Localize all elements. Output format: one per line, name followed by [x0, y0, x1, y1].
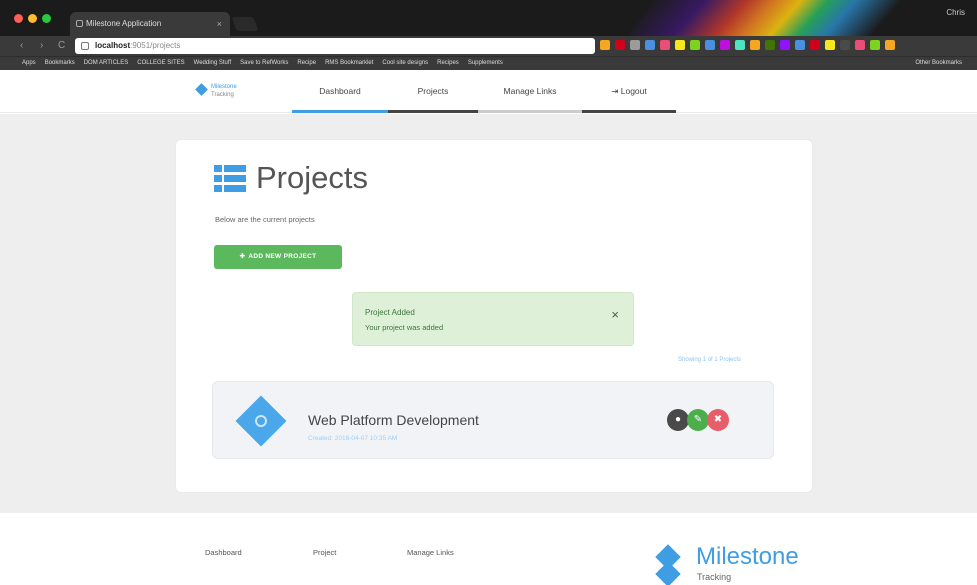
- page-info-icon[interactable]: [81, 42, 89, 50]
- alert-title: Project Added: [365, 308, 415, 317]
- delete-icon: ✖: [713, 414, 723, 425]
- nav-dashboard[interactable]: Dashboard: [292, 71, 388, 113]
- delete-project-button[interactable]: ✖: [707, 409, 729, 431]
- bookmark-item[interactable]: Supplements: [468, 60, 503, 66]
- project-created: Created: 2018-04-07 10:35 AM: [308, 435, 398, 442]
- extension-icon[interactable]: [780, 40, 790, 50]
- list-icon: [214, 165, 246, 192]
- close-icon[interactable]: ×: [611, 307, 619, 322]
- extension-icon[interactable]: [870, 40, 880, 50]
- extension-icon[interactable]: [750, 40, 760, 50]
- window-zoom-button[interactable]: [42, 14, 51, 23]
- bookmark-item[interactable]: Apps: [22, 60, 36, 66]
- footer: Dashboard Project Manage Links Milestone…: [0, 513, 977, 585]
- window-close-button[interactable]: [14, 14, 23, 23]
- footer-logo-name: Milestone: [696, 543, 799, 570]
- app-navbar: Milestone Tracking Dashboard Projects Ma…: [0, 71, 977, 113]
- extension-icon[interactable]: [825, 40, 835, 50]
- add-new-project-button[interactable]: ✚ ADD NEW PROJECT: [214, 245, 342, 269]
- footer-logo-sub: Tracking: [697, 572, 732, 582]
- extension-icon[interactable]: [720, 40, 730, 50]
- plus-icon: ✚: [239, 253, 246, 260]
- reload-icon[interactable]: C: [58, 39, 65, 53]
- forward-icon[interactable]: ›: [40, 39, 43, 53]
- extension-icon[interactable]: [675, 40, 685, 50]
- other-bookmarks[interactable]: Other Bookmarks: [915, 57, 962, 70]
- extension-icon[interactable]: [855, 40, 865, 50]
- window-minimize-button[interactable]: [28, 14, 37, 23]
- bookmark-item[interactable]: RMS Bookmarklet: [325, 60, 373, 66]
- alert-body: Your project was added: [365, 323, 444, 332]
- extension-icon[interactable]: [840, 40, 850, 50]
- diamond-logo-icon: [195, 83, 208, 96]
- nav-logo-sub: Tracking: [211, 92, 234, 98]
- view-project-button[interactable]: ●: [667, 409, 689, 431]
- footer-manage-links-link[interactable]: Manage Links: [407, 548, 454, 557]
- nav-logo-name: Milestone: [211, 84, 237, 90]
- extension-icon[interactable]: [600, 40, 610, 50]
- nav-logout-label: Logout: [620, 86, 647, 96]
- edit-project-button[interactable]: ✎: [687, 409, 709, 431]
- extension-icon[interactable]: [795, 40, 805, 50]
- page-subtitle: Below are the current projects: [215, 215, 315, 224]
- view-icon: ●: [674, 414, 682, 425]
- tab-close-icon[interactable]: ×: [217, 12, 222, 36]
- url-host: localhost: [95, 41, 131, 50]
- bookmarks-bar: Apps Bookmarks DOM ARTICLES COLLEGE SITES We…: [0, 56, 977, 70]
- footer-logo[interactable]: Milestone Tracking: [655, 543, 826, 585]
- back-icon[interactable]: ‹: [20, 39, 23, 53]
- bookmark-item[interactable]: DOM ARTICLES: [84, 60, 129, 66]
- project-diamond-icon: [235, 395, 287, 447]
- tab-title: Milestone Application: [86, 19, 162, 28]
- project-name[interactable]: Web Platform Development: [308, 412, 479, 428]
- extension-icon[interactable]: [885, 40, 895, 50]
- nav-manage-links[interactable]: Manage Links: [478, 71, 582, 113]
- url-path: :9051/projects: [130, 41, 181, 50]
- extension-icon[interactable]: [810, 40, 820, 50]
- page-title: Projects: [256, 160, 368, 195]
- nav-projects[interactable]: Projects: [388, 71, 478, 113]
- bookmark-item[interactable]: Save to RefWorks: [240, 60, 288, 66]
- showing-count: Showing 1 of 1 Projects: [678, 357, 742, 363]
- extension-icon[interactable]: [690, 40, 700, 50]
- diamond-logo-icon: [655, 561, 681, 585]
- browser-tab[interactable]: Milestone Application ×: [70, 12, 230, 36]
- logout-icon: ⇥: [611, 86, 621, 96]
- browser-tab-bar: Milestone Application × Chris: [0, 0, 977, 36]
- bookmark-item[interactable]: COLLEGE SITES: [137, 60, 184, 66]
- wallpaper-rainbow: [611, 0, 929, 36]
- extension-icon[interactable]: [615, 40, 625, 50]
- extension-icon[interactable]: [735, 40, 745, 50]
- footer-project-link[interactable]: Project: [313, 548, 336, 557]
- bookmark-item[interactable]: Recipes: [437, 60, 459, 66]
- project-row[interactable]: Web Platform Development Created: 2018-0…: [212, 381, 774, 459]
- footer-dashboard-link[interactable]: Dashboard: [205, 548, 242, 557]
- bookmark-item[interactable]: Cool site designs: [382, 60, 428, 66]
- extension-icon[interactable]: [630, 40, 640, 50]
- success-alert: Project Added Your project was added ×: [352, 292, 634, 346]
- extension-icon[interactable]: [660, 40, 670, 50]
- bookmark-item[interactable]: Wedding Stuff: [194, 60, 231, 66]
- browser-toolbar: ‹ › C localhost:9051/projects: [0, 36, 977, 56]
- add-new-project-label: ADD NEW PROJECT: [248, 253, 317, 260]
- edit-icon: ✎: [693, 414, 703, 425]
- bookmark-item[interactable]: Bookmarks: [45, 60, 75, 66]
- nav-logout[interactable]: ⇥ Logout: [582, 71, 676, 113]
- extension-icons: [600, 40, 895, 52]
- new-tab-button[interactable]: [231, 17, 259, 31]
- url-bar[interactable]: localhost:9051/projects: [75, 38, 595, 54]
- browser-user[interactable]: Chris: [946, 8, 965, 17]
- extension-icon[interactable]: [705, 40, 715, 50]
- extension-icon[interactable]: [765, 40, 775, 50]
- page-icon: [76, 20, 83, 27]
- extension-icon[interactable]: [645, 40, 655, 50]
- bookmark-item[interactable]: Recipe: [297, 60, 316, 66]
